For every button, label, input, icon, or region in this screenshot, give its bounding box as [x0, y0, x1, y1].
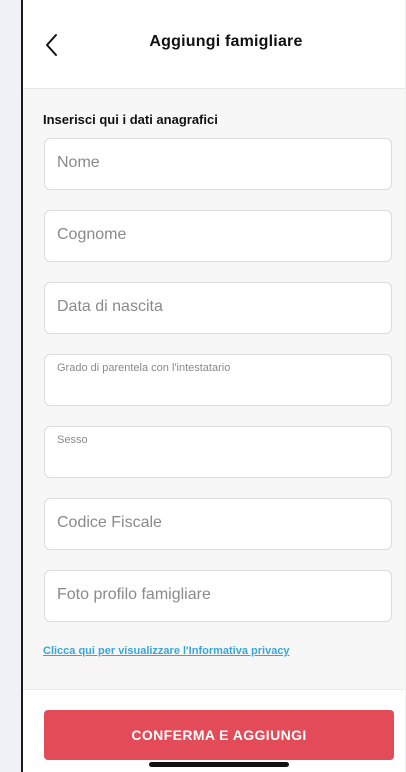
section-label: Inserisci qui i dati anagrafici [43, 112, 218, 127]
field-placeholder: Codice Fiscale [57, 514, 162, 531]
footer-bar: CONFERMA E AGGIUNGI [23, 689, 405, 772]
first-name-field[interactable]: Nome [44, 138, 392, 190]
chevron-left-icon [46, 34, 57, 56]
field-placeholder: Cognome [57, 226, 127, 243]
field-placeholder: Foto profilo famigliare [57, 586, 211, 603]
home-indicator [149, 762, 289, 767]
relationship-select[interactable]: Grado di parentela con l'intestatario [44, 354, 392, 406]
gender-select[interactable]: Sesso [44, 426, 392, 478]
birth-date-field[interactable]: Data di nascita [44, 282, 392, 334]
field-placeholder: Sesso [57, 434, 88, 446]
confirm-add-button[interactable]: CONFERMA E AGGIUNGI [44, 710, 394, 760]
page-title: Aggiungi famigliare [149, 33, 303, 50]
tax-code-field[interactable]: Codice Fiscale [44, 498, 392, 550]
back-button[interactable] [41, 31, 65, 59]
last-name-field[interactable]: Cognome [44, 210, 392, 262]
privacy-policy-link[interactable]: Clicca qui per visualizzare l'Informativ… [43, 645, 290, 657]
field-placeholder: Data di nascita [57, 298, 163, 315]
field-placeholder: Grado di parentela con l'intestatario [57, 362, 231, 374]
header-bar: Aggiungi famigliare [23, 0, 405, 89]
app-screen: Aggiungi famigliare Inserisci qui i dati… [21, 0, 405, 772]
profile-photo-field[interactable]: Foto profilo famigliare [44, 570, 392, 622]
field-placeholder: Nome [57, 154, 100, 171]
